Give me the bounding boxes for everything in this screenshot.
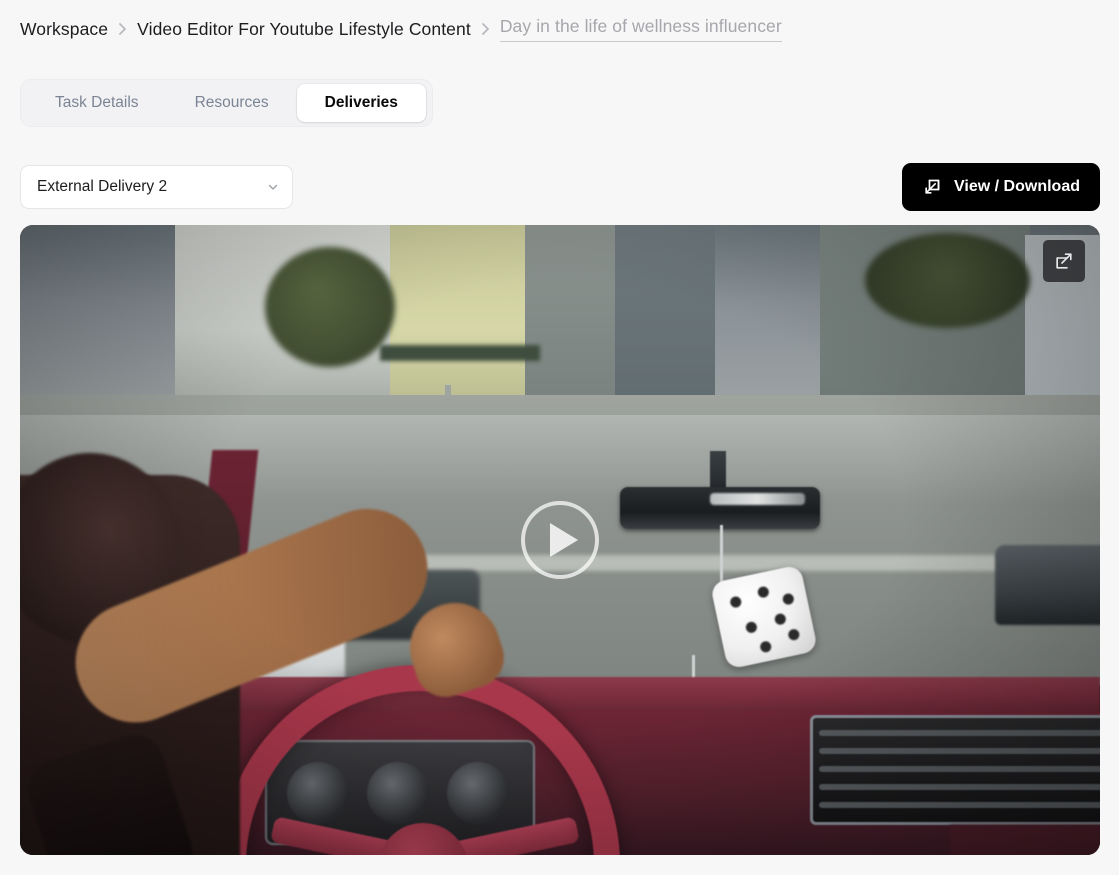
- external-link-icon: [922, 177, 942, 197]
- tab-bar: Task Details Resources Deliveries: [20, 79, 433, 127]
- delivery-page: Workspace Video Editor For Youtube Lifes…: [0, 0, 1119, 875]
- play-button[interactable]: [521, 501, 599, 579]
- tab-task-details[interactable]: Task Details: [27, 84, 167, 122]
- tab-resources[interactable]: Resources: [167, 84, 297, 122]
- external-link-icon: [1056, 253, 1072, 269]
- breadcrumb: Workspace Video Editor For Youtube Lifes…: [20, 14, 782, 44]
- breadcrumb-item-workspace[interactable]: Workspace: [20, 19, 108, 40]
- play-icon: [549, 523, 578, 557]
- delivery-select-value: External Delivery 2: [37, 178, 168, 195]
- video-player[interactable]: [20, 225, 1100, 855]
- breadcrumb-item-current: Day in the life of wellness influencer: [499, 16, 782, 42]
- chevron-right-icon: [117, 22, 128, 36]
- delivery-select[interactable]: External Delivery 2: [20, 165, 293, 209]
- chevron-down-icon: [266, 180, 280, 194]
- breadcrumb-item-project[interactable]: Video Editor For Youtube Lifestyle Conte…: [137, 19, 471, 40]
- chevron-right-icon: [480, 22, 491, 36]
- view-download-label: View / Download: [954, 178, 1080, 195]
- tab-deliveries[interactable]: Deliveries: [296, 84, 426, 122]
- expand-video-button[interactable]: [1043, 240, 1085, 282]
- view-download-button[interactable]: View / Download: [902, 163, 1100, 211]
